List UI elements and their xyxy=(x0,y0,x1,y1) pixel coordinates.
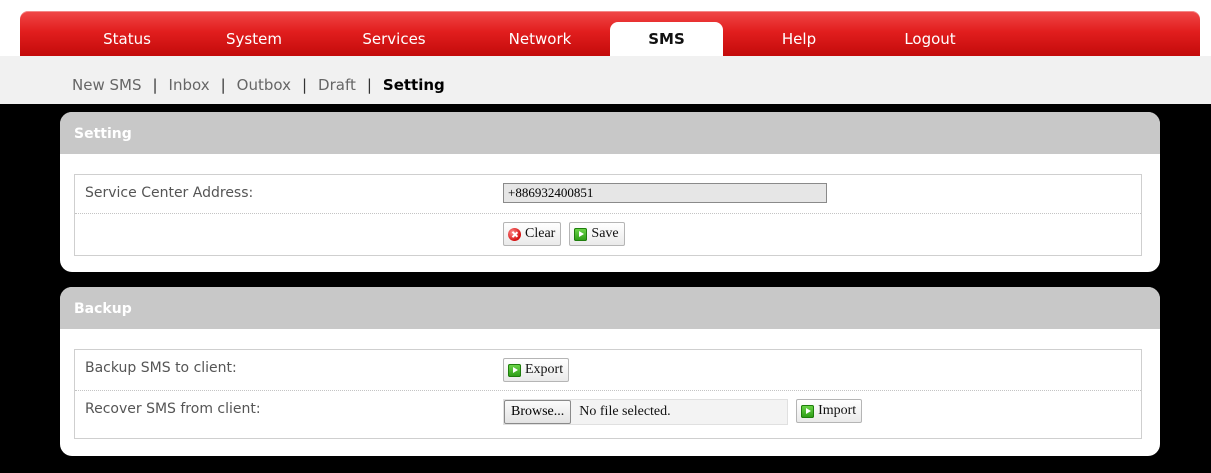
recover-label: Recover SMS from client: xyxy=(85,401,261,417)
recover-row: Recover SMS from client: Browse... No fi… xyxy=(75,391,1141,437)
backup-panel-title: Backup xyxy=(60,287,1160,329)
subnav-outbox[interactable]: Outbox xyxy=(237,76,291,94)
save-button[interactable]: Save xyxy=(569,222,625,246)
file-input[interactable]: Browse... No file selected. xyxy=(503,399,788,425)
save-button-label: Save xyxy=(591,226,619,241)
clear-icon xyxy=(508,227,521,241)
file-status-text: No file selected. xyxy=(579,404,671,419)
clear-button-label: Clear xyxy=(525,226,556,241)
tab-system[interactable]: System xyxy=(204,22,304,56)
export-icon xyxy=(508,363,521,377)
setting-form: Service Center Address: Clear Save xyxy=(74,174,1142,256)
main-nav: Status System Services Network SMS Help … xyxy=(20,11,1200,56)
backup-row: Backup SMS to client: Export xyxy=(75,350,1141,391)
subnav-separator: | xyxy=(301,76,308,94)
tab-status[interactable]: Status xyxy=(77,22,177,56)
save-icon xyxy=(574,227,588,241)
browse-button[interactable]: Browse... xyxy=(504,400,572,424)
tab-logout[interactable]: Logout xyxy=(880,22,980,56)
content-area: Setting Service Center Address: Clear Sa… xyxy=(0,104,1211,473)
import-icon xyxy=(801,404,815,418)
tab-help[interactable]: Help xyxy=(749,22,849,56)
clear-button[interactable]: Clear xyxy=(503,222,562,246)
sca-input[interactable] xyxy=(503,183,827,203)
subnav-new-sms[interactable]: New SMS xyxy=(72,76,141,94)
backup-panel: Backup Backup SMS to client: Export Reco… xyxy=(60,287,1160,456)
setting-panel: Setting Service Center Address: Clear Sa… xyxy=(60,112,1160,272)
setting-panel-title: Setting xyxy=(60,112,1160,154)
sca-label: Service Center Address: xyxy=(85,185,254,201)
import-button[interactable]: Import xyxy=(796,399,863,423)
sca-row: Service Center Address: xyxy=(75,175,1141,214)
backup-label: Backup SMS to client: xyxy=(85,360,237,376)
subnav-separator: | xyxy=(152,76,158,94)
subnav-separator: | xyxy=(366,76,372,94)
subnav-separator: | xyxy=(220,76,226,94)
subnav-draft[interactable]: Draft xyxy=(318,76,356,94)
import-button-label: Import xyxy=(818,403,857,418)
tab-services[interactable]: Services xyxy=(344,22,444,56)
subnav-inbox[interactable]: Inbox xyxy=(169,76,210,94)
tab-network[interactable]: Network xyxy=(490,22,590,56)
subnav-setting[interactable]: Setting xyxy=(383,76,445,94)
setting-actions-row: Clear Save xyxy=(75,214,1141,254)
tab-sms[interactable]: SMS xyxy=(610,22,723,56)
backup-form: Backup SMS to client: Export Recover SMS… xyxy=(74,349,1142,439)
export-button[interactable]: Export xyxy=(503,358,570,382)
sub-nav: New SMS | Inbox | Outbox | Draft | Setting xyxy=(0,56,1211,104)
export-button-label: Export xyxy=(525,362,564,377)
